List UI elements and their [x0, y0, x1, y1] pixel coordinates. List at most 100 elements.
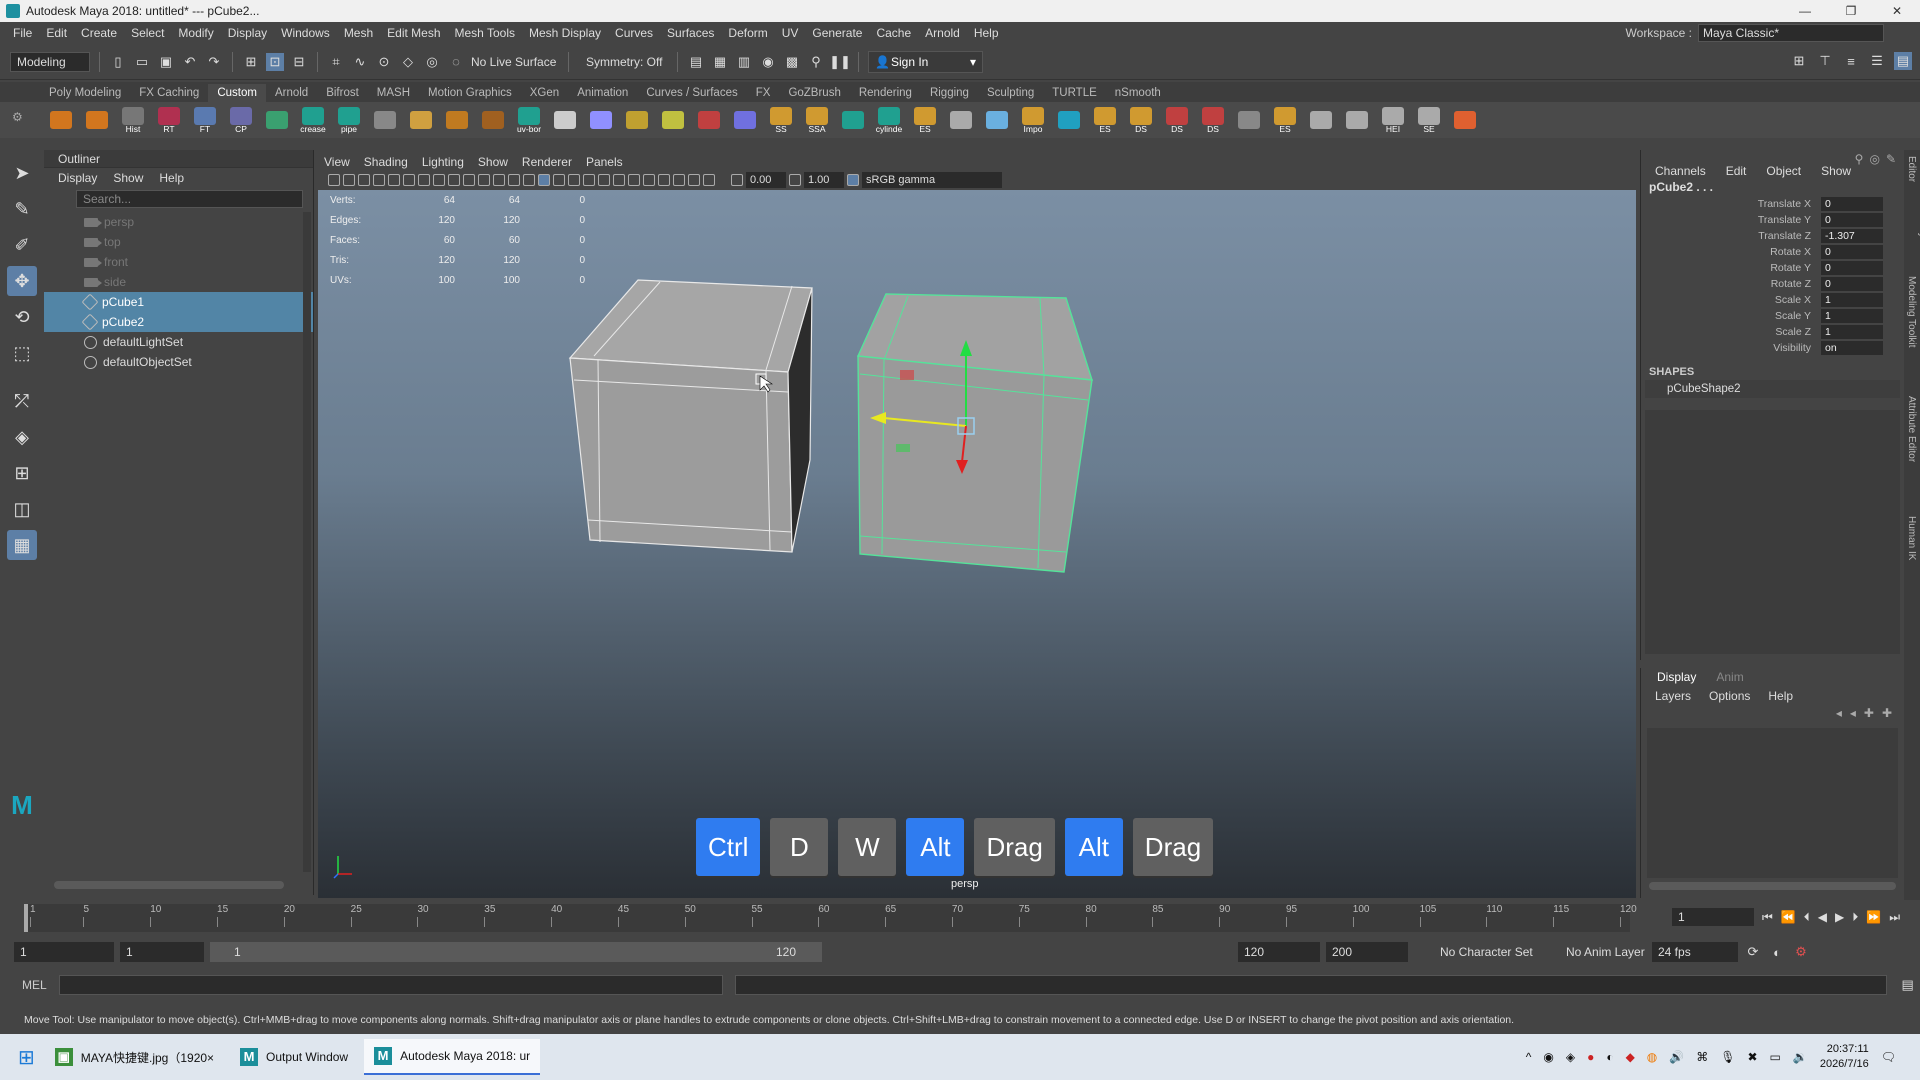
close-button[interactable]: ✕ — [1874, 0, 1920, 22]
shelf-button-tool-19[interactable] — [730, 105, 760, 135]
hypershade-icon[interactable]: ▩ — [783, 53, 801, 71]
shelf-button-pipe[interactable]: pipe — [334, 105, 364, 135]
shelf-tab-custom[interactable]: Custom — [208, 84, 266, 102]
layer-menu-options[interactable]: Options — [1709, 689, 1750, 703]
viewport-menu-panels[interactable]: Panels — [586, 155, 623, 169]
menu-generate[interactable]: Generate — [805, 26, 869, 40]
taskbar-app-1[interactable]: M Output Window — [230, 1039, 358, 1075]
play-forwards-icon[interactable]: ▶ — [1835, 910, 1844, 924]
current-frame-marker[interactable] — [24, 904, 28, 932]
anim-layer-dropdown[interactable]: No Anim Layer — [1540, 945, 1646, 959]
mode-dropdown[interactable]: Modeling — [10, 51, 90, 72]
shelf-button-ds[interactable]: DS — [1198, 105, 1228, 135]
shelf-tab-fx-caching[interactable]: FX Caching — [130, 84, 208, 102]
menu-select[interactable]: Select — [124, 26, 171, 40]
select-object-icon[interactable]: ⊡ — [266, 52, 284, 71]
layer-list[interactable] — [1647, 728, 1898, 878]
textured-icon[interactable] — [568, 174, 580, 186]
scale-tool-icon[interactable]: ⬚ — [7, 338, 37, 368]
dof-icon[interactable] — [658, 174, 670, 186]
system-clock[interactable]: 20:37:11 2026/7/16 — [1820, 1042, 1869, 1072]
outliner-search-input[interactable]: Search... — [76, 190, 303, 208]
channel-value[interactable]: -1.307 — [1821, 229, 1883, 243]
four-view-icon[interactable]: ⊞ — [7, 458, 37, 488]
channel-value[interactable]: 1 — [1821, 325, 1883, 339]
wireframe-on-shaded-icon[interactable] — [538, 174, 550, 186]
red-app-icon[interactable]: ● — [1587, 1050, 1594, 1064]
shelf-settings-icon[interactable]: ⚙ — [12, 110, 23, 124]
shadows-icon[interactable] — [598, 174, 610, 186]
resolution-gate-icon[interactable] — [418, 174, 430, 186]
shelf-button-ss[interactable]: SS — [766, 105, 796, 135]
network-icon[interactable]: ▭ — [1770, 1050, 1781, 1064]
select-component-icon[interactable]: ⊟ — [290, 53, 308, 71]
undo-icon[interactable]: ↶ — [181, 53, 199, 71]
taskbar-app-2[interactable]: M Autodesk Maya 2018: ur — [364, 1039, 541, 1075]
new-layer-selected-icon[interactable]: ✚ — [1882, 706, 1892, 724]
layer-hscrollbar[interactable] — [1649, 882, 1896, 890]
channel-box-menu-edit[interactable]: Edit — [1726, 164, 1747, 178]
shelf-button-tool-17[interactable] — [658, 105, 688, 135]
menu-modify[interactable]: Modify — [171, 26, 220, 40]
render-current-icon[interactable]: ▥ — [735, 53, 753, 71]
channel-rotate-z[interactable]: Rotate Z 0 — [1641, 276, 1904, 292]
steam-icon[interactable]: ◉ — [1543, 1050, 1553, 1064]
shelf-button-tool-33[interactable] — [1234, 105, 1264, 135]
workspace-dropdown[interactable]: Maya Classic* — [1698, 24, 1884, 42]
outliner-menu-show[interactable]: Show — [113, 171, 143, 185]
channel-value[interactable]: 0 — [1821, 261, 1883, 275]
shelf-button-tool-6[interactable] — [262, 105, 292, 135]
film-gate-icon[interactable] — [403, 174, 415, 186]
viewport-menu-renderer[interactable]: Renderer — [522, 155, 572, 169]
layout-icon[interactable]: ⊞ — [1790, 52, 1808, 70]
outliner-item-front[interactable]: front — [44, 252, 313, 272]
shelf-button-ds[interactable]: DS — [1126, 105, 1156, 135]
snap-grid-icon[interactable]: ⌗ — [327, 53, 345, 71]
channel-box-pin-icon[interactable]: ✎ — [1886, 152, 1896, 166]
current-frame-field[interactable]: 1 — [1671, 908, 1754, 926]
scene-end-field[interactable]: 200 — [1326, 942, 1408, 962]
shelf-button-cp[interactable]: CP — [226, 105, 256, 135]
new-scene-icon[interactable]: ▯ — [109, 53, 127, 71]
taskbar-app-0[interactable]: ▣ MAYA快捷键.jpg（1920× — [45, 1039, 224, 1075]
menu-mesh-display[interactable]: Mesh Display — [522, 26, 608, 40]
shelf-button-es[interactable]: ES — [1090, 105, 1120, 135]
menu-display[interactable]: Display — [221, 26, 274, 40]
select-hierarchy-icon[interactable]: ⊞ — [242, 53, 260, 71]
safe-title-icon[interactable] — [478, 174, 490, 186]
channel-scale-x[interactable]: Scale X 1 — [1641, 292, 1904, 308]
step-forward-key-icon[interactable]: ⏩ — [1866, 910, 1881, 924]
live-surface-field[interactable]: No Live Surface — [471, 55, 559, 69]
lights-icon[interactable] — [583, 174, 595, 186]
menu-curves[interactable]: Curves — [608, 26, 660, 40]
app-tray-icon[interactable]: ◈ — [1566, 1050, 1575, 1064]
script-editor-icon[interactable]: ▤ — [1899, 976, 1917, 994]
exposure-field[interactable]: 0.00 — [746, 172, 786, 188]
gamma-field[interactable]: 1.00 — [804, 172, 844, 188]
snap-surface-icon[interactable]: ◎ — [423, 53, 441, 71]
layer-menu-help[interactable]: Help — [1768, 689, 1793, 703]
go-to-start-icon[interactable]: ⏮ — [1762, 910, 1773, 925]
shelf-button-tool-35[interactable] — [1306, 105, 1336, 135]
shelf-tab-gozbrush[interactable]: GoZBrush — [779, 84, 849, 102]
gate-mask-icon[interactable] — [433, 174, 445, 186]
wireframe-icon[interactable] — [493, 174, 505, 186]
scene-start-field[interactable]: 1 — [14, 942, 114, 962]
side-by-side-icon[interactable]: ◫ — [7, 494, 37, 524]
notifications-icon[interactable]: 🗨 — [1881, 1050, 1896, 1064]
outliner-hscrollbar[interactable] — [54, 881, 284, 889]
shelf-button-tool-22[interactable] — [838, 105, 868, 135]
loop-icon[interactable]: ⟳ — [1744, 943, 1762, 961]
shelf-button-uv-bor[interactable]: uv-bor — [514, 105, 544, 135]
usb-icon[interactable]: ⌘ — [1696, 1050, 1708, 1064]
volume-icon[interactable]: 🔉 — [1793, 1050, 1808, 1064]
attribute-editor-icon[interactable]: ≡ — [1842, 52, 1860, 70]
channel-translate-z[interactable]: Translate Z -1.307 — [1641, 228, 1904, 244]
shelf-tab-motion-graphics[interactable]: Motion Graphics — [419, 84, 521, 102]
menu-edit[interactable]: Edit — [39, 26, 74, 40]
shelf-button-ssa[interactable]: SSA — [802, 105, 832, 135]
anti-alias-icon[interactable] — [643, 174, 655, 186]
channel-value[interactable]: 0 — [1821, 197, 1883, 211]
layer-tab-anim[interactable]: Anim — [1716, 670, 1743, 684]
snap-plane-icon[interactable]: ◇ — [399, 53, 417, 71]
